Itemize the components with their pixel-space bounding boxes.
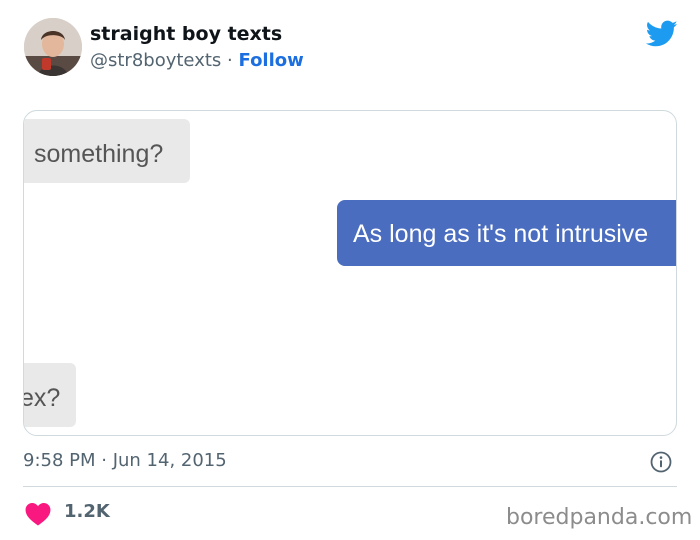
separator: · [227, 50, 233, 71]
heart-icon[interactable] [25, 502, 51, 526]
twitter-bird-icon[interactable] [646, 20, 678, 48]
received-message-bubble: something? [24, 119, 190, 183]
watermark: boredpanda.com [506, 505, 693, 530]
handle[interactable]: @str8boytexts [90, 50, 221, 71]
sent-message-bubble: As long as it's not intrusive [337, 200, 676, 266]
received-message-bubble: ex? [24, 363, 76, 427]
info-icon[interactable] [650, 451, 672, 473]
avatar[interactable] [24, 18, 82, 76]
like-count[interactable]: 1.2K [64, 501, 110, 522]
display-name[interactable]: straight boy texts [90, 23, 282, 45]
follow-link[interactable]: Follow [239, 50, 304, 71]
media-image[interactable]: something? As long as it's not intrusive… [23, 110, 677, 436]
tweet-timestamp[interactable]: 9:58 PM · Jun 14, 2015 [23, 450, 227, 471]
handle-line: @str8boytexts · Follow [90, 50, 304, 71]
divider [23, 486, 677, 487]
